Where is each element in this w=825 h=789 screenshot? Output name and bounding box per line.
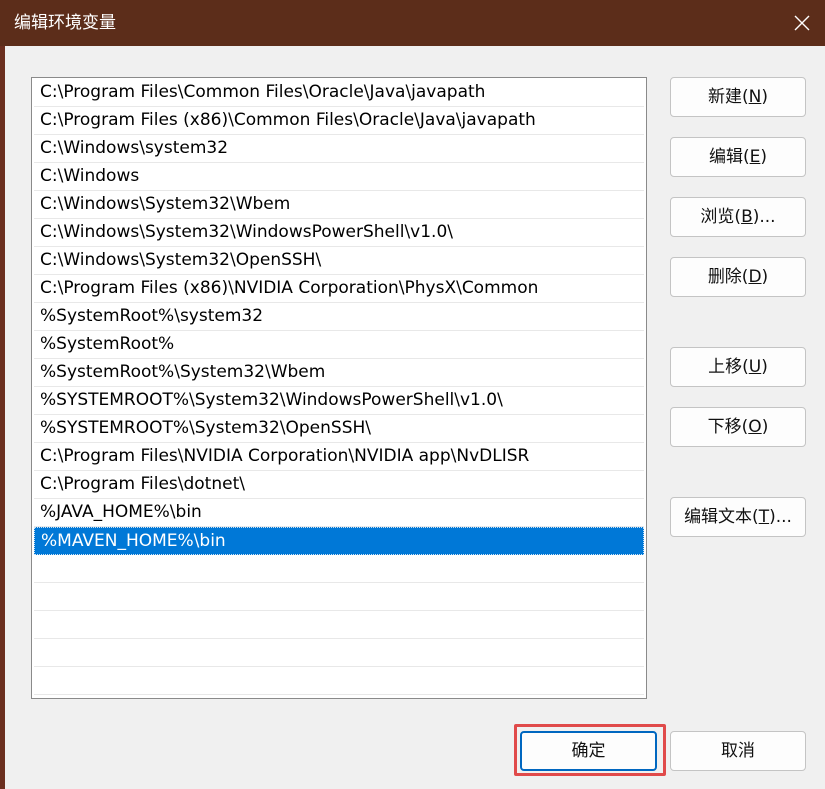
browse-button[interactable]: 浏览(B)... <box>670 197 806 237</box>
new-button[interactable]: 新建(N) <box>670 77 806 117</box>
list-item[interactable]: %MAVEN_HOME%\bin <box>34 527 644 555</box>
close-icon <box>794 15 810 31</box>
close-button[interactable] <box>784 6 820 40</box>
list-item[interactable]: %SYSTEMROOT%\System32\WindowsPowerShell\… <box>34 387 644 415</box>
list-item[interactable]: C:\Program Files\Common Files\Oracle\Jav… <box>34 79 644 107</box>
delete-button[interactable]: 删除(D) <box>670 257 806 297</box>
list-item[interactable]: %SystemRoot%\system32 <box>34 303 644 331</box>
list-item[interactable]: %JAVA_HOME%\bin <box>34 499 644 527</box>
list-item[interactable]: C:\Windows\System32\OpenSSH\ <box>34 247 644 275</box>
list-item[interactable]: C:\Program Files\dotnet\ <box>34 471 644 499</box>
empty-list-row[interactable] <box>34 639 644 667</box>
edit-environment-variable-dialog: 编辑环境变量 C:\Program Files\Common Files\Ora… <box>0 0 825 789</box>
empty-list-row[interactable] <box>34 583 644 611</box>
edit-button[interactable]: 编辑(E) <box>670 137 806 177</box>
list-item[interactable]: C:\Windows\System32\WindowsPowerShell\v1… <box>34 219 644 247</box>
list-item[interactable]: C:\Windows <box>34 163 644 191</box>
list-item[interactable]: C:\Program Files\NVIDIA Corporation\NVID… <box>34 443 644 471</box>
list-item[interactable]: %SystemRoot% <box>34 331 644 359</box>
cancel-button[interactable]: 取消 <box>670 731 806 771</box>
title-bar[interactable]: 编辑环境变量 <box>0 0 825 46</box>
move-down-button[interactable]: 下移(O) <box>670 407 806 447</box>
list-item[interactable]: %SystemRoot%\System32\Wbem <box>34 359 644 387</box>
list-item[interactable]: C:\Program Files (x86)\NVIDIA Corporatio… <box>34 275 644 303</box>
ok-button[interactable]: 确定 <box>520 731 657 771</box>
list-item[interactable]: %SYSTEMROOT%\System32\OpenSSH\ <box>34 415 644 443</box>
move-up-button[interactable]: 上移(U) <box>670 347 806 387</box>
path-list[interactable]: C:\Program Files\Common Files\Oracle\Jav… <box>31 77 647 699</box>
empty-list-row[interactable] <box>34 611 644 639</box>
list-item[interactable]: C:\Windows\System32\Wbem <box>34 191 644 219</box>
empty-list-row[interactable] <box>34 667 644 695</box>
list-item[interactable]: C:\Program Files (x86)\Common Files\Orac… <box>34 107 644 135</box>
window-title: 编辑环境变量 <box>14 13 116 33</box>
empty-list-row[interactable] <box>34 555 644 583</box>
edit-text-button[interactable]: 编辑文本(T)... <box>670 497 806 537</box>
list-item[interactable]: C:\Windows\system32 <box>34 135 644 163</box>
